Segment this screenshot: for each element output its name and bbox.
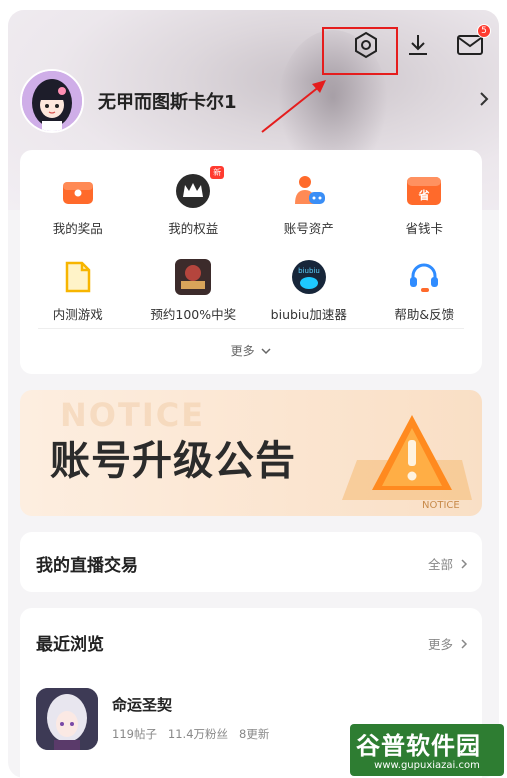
headset-icon xyxy=(405,258,443,296)
view-all-label: 全部 xyxy=(428,557,454,572)
chevron-right-icon xyxy=(461,639,468,649)
annotation-highlight-box xyxy=(322,27,398,75)
message-count-badge: 5 xyxy=(477,24,491,38)
reservation-game-icon xyxy=(174,258,212,296)
watermark-url: www.gupuxiazai.com xyxy=(374,760,480,771)
gift-box-icon xyxy=(59,172,97,210)
avatar-illustration xyxy=(22,71,82,131)
new-tag: 新 xyxy=(210,166,225,179)
chevron-down-icon xyxy=(261,348,271,355)
download-icon xyxy=(409,35,427,55)
username: 无甲而图斯卡尔1 xyxy=(98,92,237,113)
account-assets-icon xyxy=(290,172,328,210)
more-label: 更多 xyxy=(230,344,255,358)
chevron-right-icon[interactable] xyxy=(478,90,490,112)
warning-triangle-icon: NOTICE xyxy=(342,415,472,511)
grid-item-help[interactable]: 帮助&反馈 xyxy=(367,258,483,323)
view-all-link[interactable]: 全部 xyxy=(428,554,468,573)
section-title: 最近浏览 xyxy=(36,635,104,655)
download-button[interactable] xyxy=(403,30,433,60)
grid-item-rights[interactable]: 新 我的权益 xyxy=(136,166,252,237)
banner-title: 账号升级公告 xyxy=(50,438,296,484)
grid-label: biubiu加速器 xyxy=(270,307,347,322)
grid-label: 我的奖品 xyxy=(52,221,103,236)
watermark-title: 谷普软件园 xyxy=(356,732,481,760)
grid-row-2: 内测游戏 预约100%中奖 biubiu biubiu加速器 帮助&反馈 xyxy=(20,258,482,323)
grid-label: 内测游戏 xyxy=(52,307,103,322)
savings-card-icon-text: 省 xyxy=(418,188,430,202)
fan-count: 11.4万粉丝 xyxy=(167,727,229,741)
avatar[interactable] xyxy=(20,69,84,133)
update-count: 8更新 xyxy=(239,727,270,741)
grid-item-beta-games[interactable]: 内测游戏 xyxy=(20,258,136,323)
divider xyxy=(38,328,464,329)
profile-row[interactable]: 无甲而图斯卡尔1 xyxy=(20,68,490,134)
site-watermark: 谷普软件园 www.gupuxiazai.com xyxy=(350,724,504,776)
grid-item-biubiu[interactable]: biubiu biubiu加速器 xyxy=(251,258,367,323)
banner-badge-text: NOTICE xyxy=(422,500,460,511)
grid-row-1: 我的奖品 新 我的权益 账号资产 省 省钱卡 xyxy=(20,166,483,237)
grid-label: 账号资产 xyxy=(283,221,334,236)
savings-card-icon: 省 xyxy=(405,172,443,210)
notice-banner[interactable]: NOTICE 账号升级公告 NOTICE xyxy=(20,390,482,516)
beta-doc-icon xyxy=(59,258,97,296)
crown-avatar-icon: 新 xyxy=(174,166,225,210)
grid-label: 帮助&反馈 xyxy=(394,307,455,322)
chevron-right-icon xyxy=(461,559,468,569)
grid-item-prizes[interactable]: 我的奖品 xyxy=(20,172,136,237)
live-trade-section[interactable]: 我的直播交易 全部 xyxy=(20,532,482,592)
more-button[interactable]: 更多 xyxy=(20,342,482,359)
game-icon[interactable] xyxy=(36,688,98,750)
game-stats: 119帖子 11.4万粉丝 8更新 xyxy=(112,726,269,742)
app-frame: 5 无甲而图斯卡尔1 我的奖品 新 我的权益 账号资产 省 省钱卡 内测游戏 预… xyxy=(8,10,499,778)
grid-label: 预约100%中奖 xyxy=(150,307,237,322)
quick-access-grid: 我的奖品 新 我的权益 账号资产 省 省钱卡 内测游戏 预约100%中奖 biu… xyxy=(20,150,482,374)
more-link-label: 更多 xyxy=(428,637,454,652)
grid-label: 我的权益 xyxy=(168,221,219,236)
grid-item-assets[interactable]: 账号资产 xyxy=(251,172,367,237)
biubiu-accelerator-icon: biubiu xyxy=(290,258,328,296)
grid-item-reservation[interactable]: 预约100%中奖 xyxy=(136,258,252,323)
message-button[interactable]: 5 xyxy=(455,24,491,60)
grid-label: 省钱卡 xyxy=(405,221,443,236)
grid-item-savings-card[interactable]: 省 省钱卡 xyxy=(367,172,483,237)
post-count: 119帖子 xyxy=(112,727,157,741)
biubiu-icon-text: biubiu xyxy=(298,267,320,275)
section-title: 我的直播交易 xyxy=(36,556,138,576)
more-link[interactable]: 更多 xyxy=(428,634,468,653)
game-name[interactable]: 命运圣契 xyxy=(112,694,172,715)
